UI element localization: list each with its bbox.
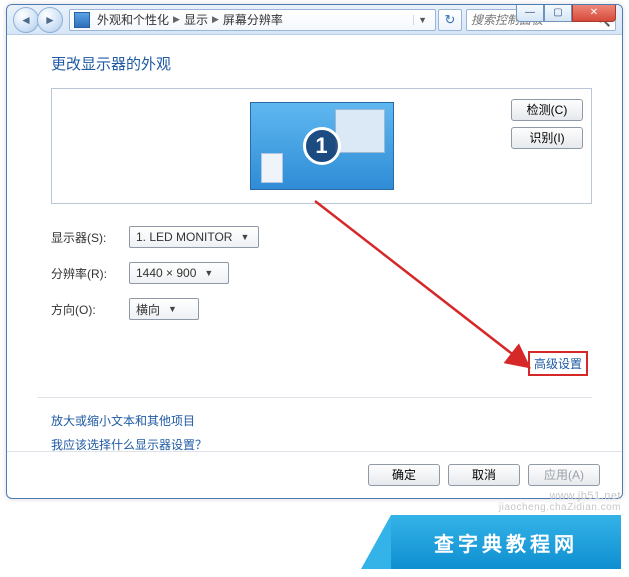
address-dropdown-icon[interactable]: ▼ — [413, 15, 431, 25]
banner-triangle-icon — [361, 515, 391, 569]
apply-button[interactable]: 应用(A) — [528, 464, 600, 486]
display-value: 1. LED MONITOR — [136, 230, 232, 244]
detect-button[interactable]: 检测(C) — [511, 99, 583, 121]
forward-button[interactable]: ► — [37, 7, 63, 33]
maximize-button[interactable]: ▢ — [544, 4, 572, 22]
mini-window-icon — [335, 109, 385, 153]
footer-separator — [7, 451, 622, 452]
advanced-settings-link[interactable]: 高级设置 — [534, 357, 582, 371]
orientation-row: 方向(O): 横向 ▼ — [51, 298, 592, 320]
orientation-select[interactable]: 横向 ▼ — [129, 298, 199, 320]
resolution-row: 分辨率(R): 1440 × 900 ▼ — [51, 262, 592, 284]
resolution-value: 1440 × 900 — [136, 266, 196, 280]
orientation-label: 方向(O): — [51, 301, 129, 318]
arrow-right-icon: ► — [44, 13, 56, 27]
control-panel-window: — ▢ ✕ ◄ ► 外观和个性化 ▶ 显示 ▶ 屏幕分辨率 ▼ ↻ 🔍 — [6, 4, 623, 499]
annotation-highlight-box: 高级设置 — [528, 351, 588, 376]
refresh-button[interactable]: ↻ — [438, 9, 462, 31]
chevron-down-icon: ▼ — [168, 304, 177, 314]
monitor-number-badge: 1 — [303, 127, 341, 165]
breadcrumb-seg[interactable]: 屏幕分辨率 — [220, 11, 286, 28]
cancel-button[interactable]: 取消 — [448, 464, 520, 486]
breadcrumb-seg[interactable]: 显示 — [181, 11, 211, 28]
advanced-settings-wrap: 高级设置 — [528, 355, 588, 373]
chevron-down-icon: ▼ — [240, 232, 249, 242]
separator — [37, 397, 592, 398]
resize-text-link[interactable]: 放大或缩小文本和其他项目 — [51, 409, 207, 433]
minimize-button[interactable]: — — [516, 4, 544, 22]
orientation-value: 横向 — [136, 301, 160, 318]
resolution-select[interactable]: 1440 × 900 ▼ — [129, 262, 229, 284]
footer-buttons: 确定 取消 应用(A) — [368, 464, 600, 486]
ok-button[interactable]: 确定 — [368, 464, 440, 486]
window-system-buttons: — ▢ ✕ — [516, 4, 616, 22]
chevron-down-icon: ▼ — [204, 268, 213, 278]
refresh-icon: ↻ — [445, 12, 456, 28]
monitor-thumbnail[interactable]: 1 — [250, 102, 394, 190]
breadcrumb-seg[interactable]: 外观和个性化 — [94, 11, 172, 28]
mini-window-icon — [261, 153, 283, 183]
display-row: 显示器(S): 1. LED MONITOR ▼ — [51, 226, 592, 248]
address-bar[interactable]: 外观和个性化 ▶ 显示 ▶ 屏幕分辨率 ▼ — [69, 9, 436, 31]
back-button[interactable]: ◄ — [13, 7, 39, 33]
chevron-right-icon: ▶ — [172, 14, 181, 25]
nav-buttons: ◄ ► — [13, 7, 63, 33]
display-label: 显示器(S): — [51, 229, 129, 246]
arrow-left-icon: ◄ — [20, 13, 32, 27]
which-display-link[interactable]: 我应该选择什么显示器设置？ — [51, 433, 207, 457]
watermark-banner: 查字典教程网 — [391, 515, 621, 569]
close-button[interactable]: ✕ — [572, 4, 616, 22]
monitor-side-buttons: 检测(C) 识别(I) — [511, 99, 583, 149]
watermark-url: www.jb51.net — [391, 490, 621, 502]
display-select[interactable]: 1. LED MONITOR ▼ — [129, 226, 259, 248]
identify-button[interactable]: 识别(I) — [511, 127, 583, 149]
chevron-right-icon: ▶ — [211, 14, 220, 25]
help-links: 放大或缩小文本和其他项目 我应该选择什么显示器设置？ — [51, 409, 207, 457]
settings-form: 显示器(S): 1. LED MONITOR ▼ 分辨率(R): 1440 × … — [51, 226, 592, 320]
watermark-brand: 查字典教程网 — [434, 528, 578, 557]
content-area: 更改显示器的外观 1 检测(C) 识别(I) 显示器(S): 1. LED MO… — [7, 35, 622, 498]
watermark-sub: jiaocheng.chaZidian.com — [391, 502, 621, 513]
monitor-preview-box: 1 检测(C) 识别(I) — [51, 88, 592, 204]
page-title: 更改显示器的外观 — [51, 53, 592, 74]
resolution-label: 分辨率(R): — [51, 265, 129, 282]
control-panel-icon — [74, 12, 90, 28]
watermark-area: www.jb51.net jiaocheng.chaZidian.com 查字典… — [391, 490, 621, 569]
